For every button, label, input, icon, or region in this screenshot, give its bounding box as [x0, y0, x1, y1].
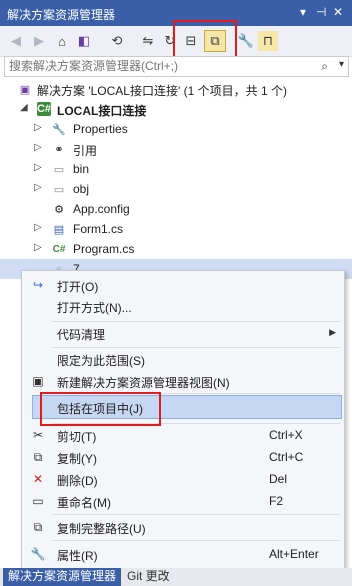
- csharp-project-icon: C#: [36, 102, 52, 116]
- menu-item-new-explorer-view[interactable]: ▣ 新建解决方案资源管理器视图(N): [22, 370, 344, 392]
- expand-arrow-icon[interactable]: ▷: [34, 242, 42, 253]
- search-input[interactable]: [9, 58, 309, 74]
- collapse-arrow-icon[interactable]: ◢: [20, 102, 28, 113]
- forward-arrow-icon[interactable]: ▶: [29, 31, 49, 51]
- tree-item-label: Properties: [73, 122, 128, 136]
- menu-item-shortcut: Ctrl+C: [269, 450, 304, 464]
- menu-separator: [52, 514, 340, 515]
- menu-item-copy[interactable]: ⧉ 复制(Y) Ctrl+C: [22, 446, 344, 468]
- tree-item-form1[interactable]: ▷ ▤ Form1.cs: [0, 219, 352, 239]
- tree-item-label: App.config: [73, 202, 130, 216]
- form-file-icon: ▤: [53, 223, 65, 236]
- tree-item-program[interactable]: ▷ C# Program.cs: [0, 239, 352, 259]
- properties-wrench-icon: 🔧: [30, 547, 46, 561]
- menu-item-shortcut: Alt+Enter: [269, 547, 319, 561]
- menu-item-label: 新建解决方案资源管理器视图(N): [57, 376, 230, 390]
- rename-icon: ▭: [32, 494, 44, 508]
- vs-switch-views-icon[interactable]: ◧: [74, 31, 94, 51]
- folder-icon: ▭: [53, 163, 65, 176]
- menu-item-shortcut: Ctrl+X: [269, 428, 303, 442]
- csharp-file-icon: C#: [52, 243, 66, 255]
- menu-item-cut[interactable]: ✂ 剪切(T) Ctrl+X: [22, 424, 344, 446]
- tree-item-label: 引用: [73, 144, 98, 158]
- cut-icon: ✂: [32, 428, 44, 442]
- tree-item-label: Program.cs: [73, 242, 135, 256]
- menu-item-label: 剪切(T): [57, 430, 97, 444]
- menu-item-label: 重命名(M): [57, 496, 111, 510]
- window-position-dropdown-icon[interactable]: ▾: [300, 5, 306, 19]
- tree-item-properties[interactable]: ▷ 🔧 Properties: [0, 119, 352, 139]
- tree-item-label: 解决方案 'LOCAL接口连接' (1 个项目，共 1 个): [37, 84, 287, 98]
- annotation-red-box: [40, 392, 161, 426]
- submenu-arrow-icon: ▶: [329, 327, 336, 337]
- menu-item-label: 打开(O): [57, 280, 99, 294]
- tree-item-bin[interactable]: ▷ ▭ bin: [0, 159, 352, 179]
- menu-item-label: 删除(D): [57, 474, 98, 488]
- menu-separator: [52, 540, 340, 541]
- menu-item-code-cleanup[interactable]: 代码清理 ▶: [22, 322, 344, 344]
- expand-arrow-icon[interactable]: ▷: [34, 122, 42, 133]
- menu-item-label: 复制完整路径(U): [57, 522, 146, 536]
- tree-item-obj[interactable]: ▷ ▭ obj: [0, 179, 352, 199]
- bottom-tab-strip: 解决方案资源管理器 Git 更改: [0, 568, 352, 586]
- tree-item-references[interactable]: ▷ ⚭ 引用: [0, 139, 352, 159]
- close-icon[interactable]: ✕: [333, 5, 343, 19]
- copy-path-icon: ⧉: [33, 519, 43, 534]
- menu-item-label: 代码清理: [57, 328, 106, 342]
- menu-item-label: 属性(R): [57, 549, 98, 563]
- menu-item-label: 打开方式(N)...: [57, 301, 132, 315]
- home-icon[interactable]: ⌂: [52, 31, 72, 51]
- tree-item-label: obj: [73, 182, 90, 196]
- tab-git-changes[interactable]: Git 更改: [122, 568, 175, 586]
- menu-item-rename[interactable]: ▭ 重命名(M) F2: [22, 490, 344, 512]
- back-arrow-icon[interactable]: ◀: [6, 31, 26, 51]
- menu-item-properties[interactable]: 🔧 属性(R) Alt+Enter: [22, 543, 344, 565]
- properties-wrench-icon[interactable]: 🔧: [236, 31, 256, 51]
- wrench-icon: 🔧: [52, 123, 66, 136]
- tree-item-label: LOCAL接口连接: [57, 104, 147, 118]
- menu-item-open-with[interactable]: 打开方式(N)...: [22, 295, 344, 317]
- menu-item-copy-full-path[interactable]: ⧉ 复制完整路径(U): [22, 516, 344, 538]
- menu-item-label: 限定为此范围(S): [57, 354, 145, 368]
- tab-solution-explorer[interactable]: 解决方案资源管理器: [3, 568, 122, 586]
- solution-icon: ▣: [19, 83, 31, 96]
- expand-arrow-icon[interactable]: ▷: [34, 182, 42, 193]
- menu-item-delete[interactable]: ✕ 删除(D) Del: [22, 468, 344, 490]
- copy-icon: ⧉: [33, 449, 43, 464]
- tree-item-label: bin: [73, 162, 90, 176]
- open-icon: ↪: [32, 278, 44, 292]
- pin-icon[interactable]: ⊣: [316, 5, 326, 19]
- search-icon[interactable]: ⌕: [321, 59, 328, 74]
- new-view-icon: ▣: [32, 374, 44, 388]
- config-file-icon: ⚙: [54, 203, 64, 216]
- menu-item-label: 复制(Y): [57, 452, 97, 466]
- tree-item-project[interactable]: ◢ C# LOCAL接口连接: [0, 99, 352, 119]
- preview-icon[interactable]: ⊓: [258, 31, 278, 51]
- tree-item-solution[interactable]: ▣ 解决方案 'LOCAL接口连接' (1 个项目，共 1 个): [0, 79, 352, 99]
- references-icon: ⚭: [54, 143, 64, 156]
- delete-icon: ✕: [32, 472, 44, 486]
- tree-item-app-config[interactable]: ⚙ App.config: [0, 199, 352, 219]
- sync-icon[interactable]: ⇋: [138, 31, 158, 51]
- history-icon[interactable]: ⟲: [107, 31, 127, 51]
- menu-item-shortcut: Del: [269, 472, 288, 486]
- expand-arrow-icon[interactable]: ▷: [34, 222, 42, 233]
- folder-icon: ▭: [53, 183, 65, 196]
- search-options-dropdown-icon[interactable]: ▾: [339, 59, 344, 70]
- expand-arrow-icon[interactable]: ▷: [34, 162, 42, 173]
- search-box: ⌕ ▾: [4, 56, 349, 77]
- expand-arrow-icon[interactable]: ▷: [34, 142, 42, 153]
- menu-item-shortcut: F2: [269, 494, 284, 508]
- panel-title: 解决方案资源管理器: [7, 8, 116, 22]
- menu-item-open[interactable]: ↪ 打开(O): [22, 274, 344, 296]
- tree-item-label: Form1.cs: [73, 222, 124, 236]
- menu-item-scope-to-this[interactable]: 限定为此范围(S): [22, 348, 344, 370]
